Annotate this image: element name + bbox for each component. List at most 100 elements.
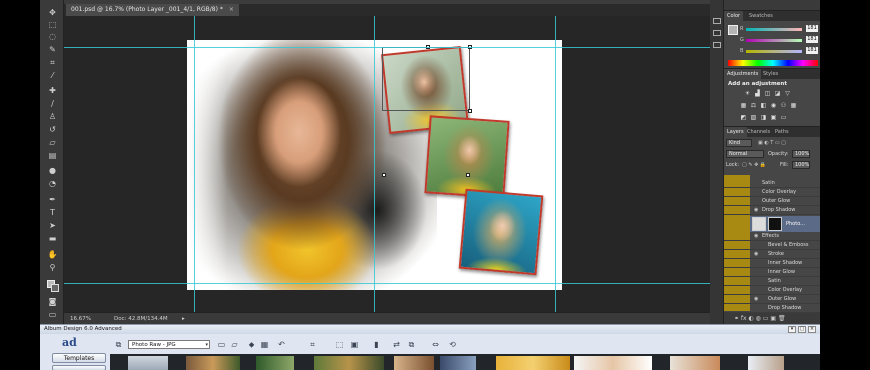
blue-slider[interactable]: B 181 — [740, 47, 818, 54]
screen-mode-icon[interactable]: ▭ — [47, 310, 58, 319]
layer-filter-select[interactable]: Kind — [726, 139, 752, 147]
photo-thumbnail[interactable] — [670, 356, 720, 370]
color-foreground-swatch[interactable] — [728, 25, 738, 35]
tab-color[interactable]: Color — [724, 11, 744, 21]
transform-handle[interactable] — [382, 173, 386, 177]
eyedropper-tool-icon[interactable]: ⁄ — [47, 71, 58, 80]
eye-icon[interactable]: ◉ — [754, 232, 758, 241]
healing-brush-tool-icon[interactable]: ✚ — [47, 86, 58, 95]
pen-tool-icon[interactable]: ✒ — [47, 195, 58, 204]
path-select-tool-icon[interactable]: ➤ — [47, 221, 58, 230]
crop-tool-icon[interactable]: ⌗ — [47, 58, 58, 67]
transform-handle[interactable] — [466, 173, 470, 177]
pin-icon[interactable]: ▮ — [372, 340, 381, 349]
photo-frame-3[interactable] — [458, 188, 544, 276]
levels-icon[interactable]: ▟ — [754, 91, 761, 97]
tab-styles[interactable]: Styles — [760, 69, 781, 79]
layer-mask-thumbnail[interactable] — [768, 217, 782, 231]
guide-vertical[interactable] — [374, 16, 375, 312]
gradient-tool-icon[interactable]: ▤ — [47, 151, 58, 160]
exposure-icon[interactable]: ◪ — [774, 91, 781, 97]
background-color-swatch[interactable] — [51, 284, 59, 292]
photo-thumbnail[interactable] — [314, 356, 384, 370]
photo-thumbnail[interactable] — [394, 356, 434, 370]
effect-row[interactable]: Bevel & Emboss — [724, 241, 820, 250]
clone-stamp-tool-icon[interactable]: ♙ — [47, 112, 58, 121]
lock-icons[interactable]: ▢ ✎ ✥ 🔒 — [742, 160, 766, 170]
effect-row[interactable]: ◉ Drop Shadow — [724, 206, 820, 215]
threshold-icon[interactable]: ◨ — [760, 115, 767, 121]
effects-header-row[interactable]: ◉ Effects — [724, 232, 820, 241]
album-button-2[interactable] — [52, 365, 106, 370]
effect-row[interactable]: Inner Glow — [724, 268, 820, 277]
black-white-icon[interactable]: ◧ — [760, 103, 767, 109]
tag-icon[interactable]: ⬥ — [247, 340, 256, 349]
folder-icon[interactable]: ▭ — [217, 340, 226, 349]
selective-color-icon[interactable]: ▣ — [770, 115, 777, 121]
maximize-button[interactable]: ▢ — [798, 326, 806, 333]
photo-thumbnail[interactable] — [496, 356, 570, 370]
guide-horizontal[interactable] — [64, 47, 710, 48]
posterize-icon[interactable]: ▨ — [750, 115, 757, 121]
blur-tool-icon[interactable]: ● — [47, 166, 58, 175]
eye-icon[interactable]: ◉ — [754, 295, 758, 304]
close-button[interactable]: × — [808, 326, 816, 333]
close-tab-icon[interactable]: × — [229, 6, 234, 13]
effect-row[interactable]: Outer Glow — [724, 197, 820, 206]
swap-icon[interactable]: ⇄ — [392, 340, 401, 349]
marquee-tool-icon[interactable]: ⬚ — [47, 20, 58, 29]
green-slider[interactable]: G 181 — [740, 36, 818, 43]
opacity-field[interactable]: 100% — [792, 150, 810, 158]
info-panel-icon[interactable] — [713, 42, 721, 48]
quick-select-tool-icon[interactable]: ✎ — [47, 45, 58, 54]
selected-layer-row[interactable]: Photo... — [750, 216, 820, 232]
folder-thumbnail[interactable] — [128, 356, 168, 370]
brightness-icon[interactable]: ☀ — [744, 91, 751, 97]
color-lookup-icon[interactable]: ▦ — [790, 103, 797, 109]
hue-saturation-icon[interactable]: ▦ — [740, 103, 747, 109]
photo-thumbnail[interactable] — [574, 356, 652, 370]
move-tool-icon[interactable]: ✥ — [47, 8, 58, 17]
select-icon[interactable]: ⬚ — [335, 340, 344, 349]
photo-filter-icon[interactable]: ◉ — [770, 103, 777, 109]
repeat-icon[interactable]: ⟲ — [448, 340, 457, 349]
lasso-tool-icon[interactable]: ◌ — [47, 32, 58, 41]
frame-icon[interactable]: ▣ — [350, 340, 359, 349]
vibrance-icon[interactable]: ▽ — [784, 91, 791, 97]
tab-channels[interactable]: Channels — [744, 127, 773, 137]
photo-thumbnail[interactable] — [440, 356, 476, 370]
filter-icons[interactable]: ▣ ◐ T ▭ ▢ — [758, 138, 786, 148]
effect-row[interactable]: Drop Shadow — [724, 304, 820, 313]
dodge-tool-icon[interactable]: ◔ — [47, 179, 58, 188]
blue-value[interactable]: 181 — [806, 47, 818, 54]
minimize-button[interactable]: ▾ — [788, 326, 796, 333]
effect-row[interactable]: Color Overlay — [724, 286, 820, 295]
red-slider[interactable]: R 181 — [740, 25, 818, 32]
effect-row[interactable]: Satin — [724, 277, 820, 286]
tab-adjustments[interactable]: Adjustments — [724, 69, 762, 79]
green-value[interactable]: 181 — [806, 36, 818, 43]
color-balance-icon[interactable]: ⚖ — [750, 103, 757, 109]
red-value[interactable]: 181 — [806, 25, 818, 32]
effect-row[interactable]: ◉ Outer Glow — [724, 295, 820, 304]
guide-vertical[interactable] — [194, 16, 195, 312]
invert-icon[interactable]: ◩ — [740, 115, 747, 121]
curves-icon[interactable]: ◫ — [764, 91, 771, 97]
color-spectrum[interactable] — [728, 60, 818, 66]
effect-row[interactable]: ◉ Stroke — [724, 250, 820, 259]
arrows-icon[interactable]: ⇔ — [431, 340, 440, 349]
history-panel-icon[interactable] — [713, 18, 721, 24]
photo-frame-2[interactable] — [424, 115, 510, 199]
effect-row[interactable]: Color Overlay — [724, 188, 820, 197]
effect-row[interactable]: Satin — [724, 179, 820, 188]
quick-mask-icon[interactable]: ◙ — [47, 297, 58, 306]
properties-panel-icon[interactable] — [713, 30, 721, 36]
blend-mode-select[interactable]: Normal — [726, 150, 764, 158]
photo-thumbnail[interactable] — [748, 356, 784, 370]
guide-horizontal[interactable] — [64, 283, 710, 284]
document-tab[interactable]: 001.psd @ 16.7% (Photo Layer _001_4/1, R… — [66, 4, 239, 16]
source-select[interactable]: Photo Raw - JPG ▾ — [128, 340, 210, 349]
folder-open-icon[interactable]: ▱ — [230, 340, 239, 349]
tab-paths[interactable]: Paths — [772, 127, 792, 137]
eye-icon[interactable]: ◉ — [754, 250, 758, 259]
